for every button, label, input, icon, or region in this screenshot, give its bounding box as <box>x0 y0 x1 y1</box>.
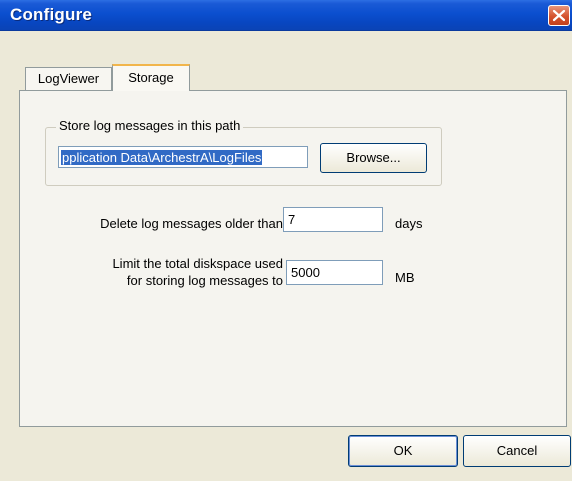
days-unit-label: days <box>395 216 423 231</box>
log-path-value: pplication Data\ArchestrA\LogFiles <box>61 150 263 165</box>
disk-limit-input[interactable]: 5000 <box>286 260 383 285</box>
mb-unit-label: MB <box>395 270 415 285</box>
tab-logviewer[interactable]: LogViewer <box>25 67 112 90</box>
browse-button[interactable]: Browse... <box>320 143 427 173</box>
tab-storage[interactable]: Storage <box>112 64 190 91</box>
disk-limit-label-line2: for storing log messages to <box>126 273 283 288</box>
close-button[interactable] <box>548 5 570 26</box>
delete-older-than-label: Delete log messages older than <box>100 216 283 231</box>
delete-days-input[interactable]: 7 <box>283 207 383 232</box>
cancel-button[interactable]: Cancel <box>463 435 571 467</box>
ok-button[interactable]: OK <box>348 435 458 467</box>
log-path-group-label: Store log messages in this path <box>56 118 244 133</box>
disk-limit-label-line1: Limit the total diskspace used <box>112 256 283 271</box>
log-path-input[interactable]: pplication Data\ArchestrA\LogFiles <box>58 146 308 168</box>
window-title: Configure <box>10 5 93 24</box>
